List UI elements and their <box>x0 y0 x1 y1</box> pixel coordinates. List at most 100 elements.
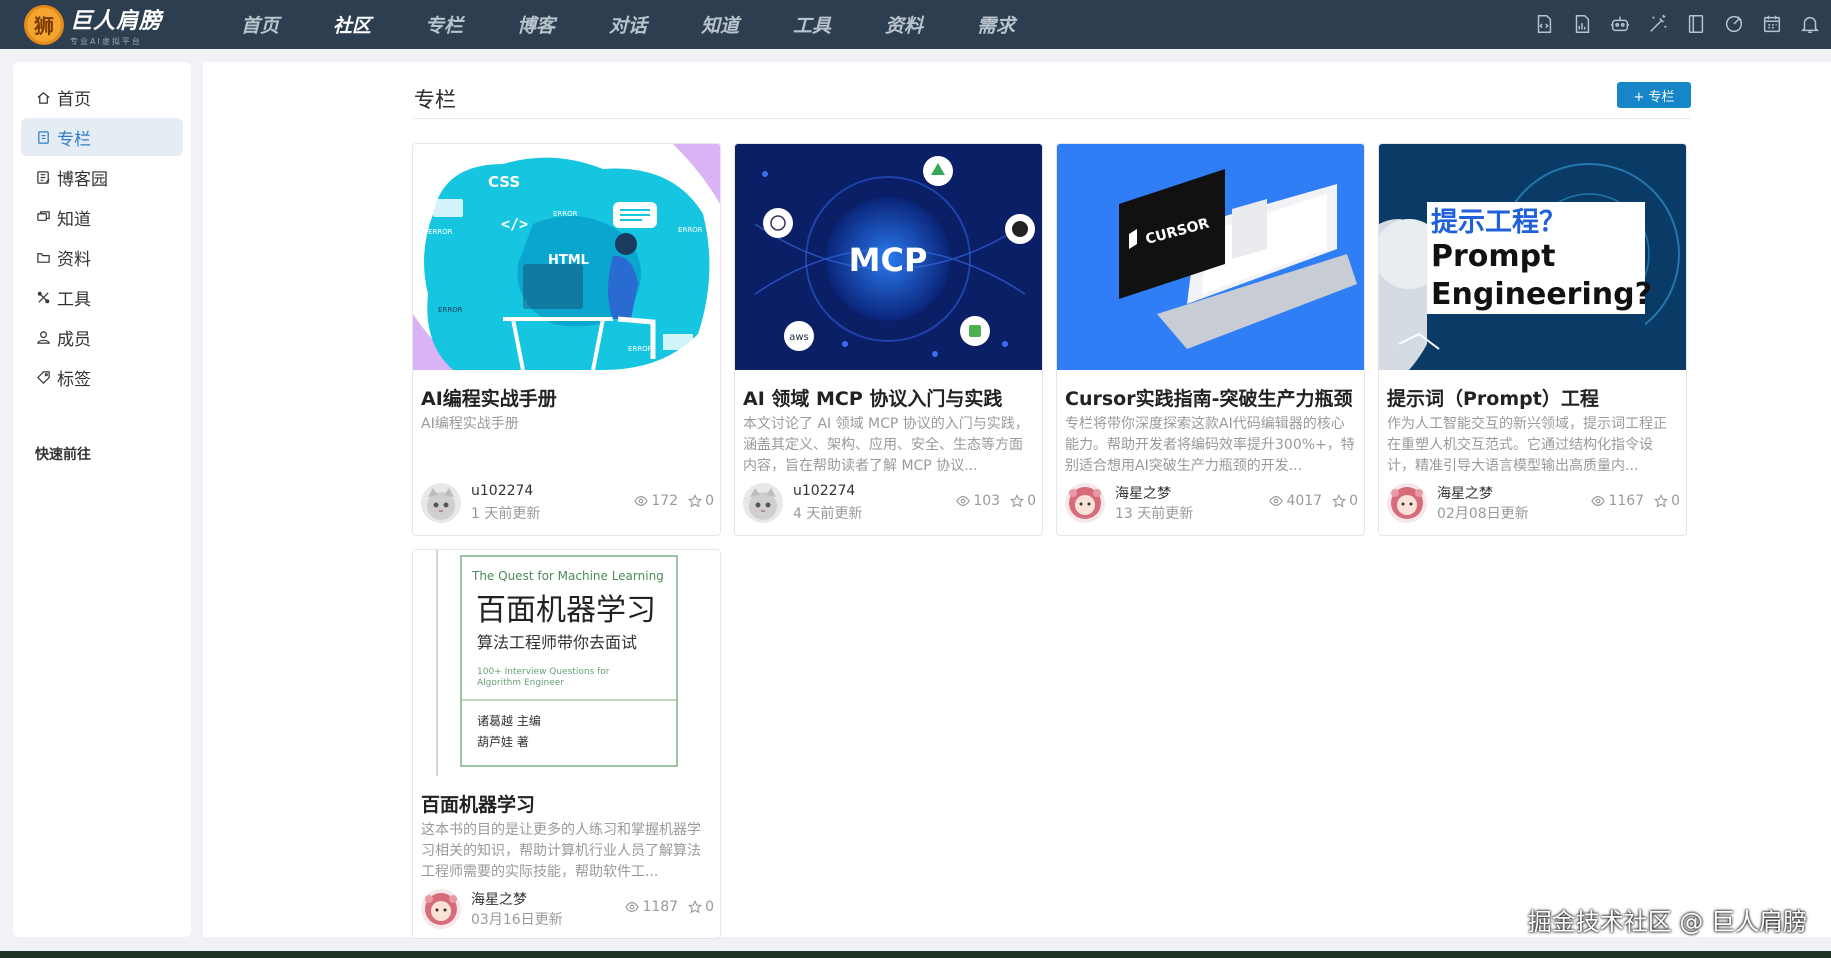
view-count: 4017 <box>1286 493 1323 509</box>
sidebar-item-resources[interactable]: 资料 <box>21 238 183 276</box>
book-icon[interactable] <box>1683 11 1709 37</box>
column-card[interactable]: CSS </> HTML ERROR ERROR ERROR ERROR ERR… <box>412 143 721 536</box>
cover-text: ERROR <box>438 306 463 314</box>
update-time: 4 天前更新 <box>793 506 863 522</box>
sidebar-item-column[interactable]: 专栏 <box>21 118 183 156</box>
sidebar-item-label: 工具 <box>57 289 91 310</box>
brand-name: 巨人肩膀 <box>70 8 163 34</box>
nav-item-qa[interactable]: 知道 <box>674 11 766 38</box>
sidebar-item-qa[interactable]: 知道 <box>21 198 183 236</box>
card-description: 作为人工智能交互的新兴领域，提示词工程正在重塑人机交互范式。它通过结构化指令设计… <box>1387 416 1667 474</box>
author-name[interactable]: u102274 <box>471 483 533 499</box>
cover-text: Engineering? <box>1431 277 1652 312</box>
mcp-cover: MCP aws <box>735 144 1042 370</box>
cover-text: ERROR <box>678 226 703 234</box>
cover-text: </> <box>501 215 528 233</box>
sidebar-item-label: 博客园 <box>57 169 108 190</box>
anime-avatar[interactable] <box>421 889 461 929</box>
column-card[interactable]: MCP aws AI 领域 MCP 协议入门与实践 本文讨论了 AI 领域 MC… <box>734 143 1043 536</box>
view-count: 103 <box>973 493 1001 509</box>
card-description: 这本书的目的是让更多的人练习和掌握机器学习相关的知识，帮助计算机行业人员了解算法… <box>421 822 701 880</box>
bottom-bar <box>0 951 1831 958</box>
sidebar-item-label: 知道 <box>57 209 91 230</box>
nav-item-home[interactable]: 首页 <box>214 11 306 38</box>
author-name[interactable]: u102274 <box>793 483 855 499</box>
brand-logo[interactable]: 狮 巨人肩膀 专业AI虚拟平台 <box>24 3 194 47</box>
star-icon <box>688 494 703 508</box>
column-card[interactable]: CURSOR Cursor实践指南-突破生产力瓶颈 专栏将带你深度探索这款AI代… <box>1056 143 1365 536</box>
magic-wand-icon[interactable] <box>1645 11 1671 37</box>
main-nav: 首页 社区 专栏 博客 对话 知道 工具 资料 需求 <box>214 11 1042 38</box>
sidebar-item-label: 首页 <box>57 89 91 110</box>
nav-item-resources[interactable]: 资料 <box>858 11 950 38</box>
nav-item-blog[interactable]: 博客 <box>490 11 582 38</box>
brand-tagline: 专业AI虚拟平台 <box>70 36 142 46</box>
card-title[interactable]: 百面机器学习 <box>421 790 716 817</box>
author-name[interactable]: 海星之梦 <box>1437 483 1493 503</box>
anime-avatar[interactable] <box>1387 483 1427 523</box>
card-title[interactable]: Cursor实践指南-突破生产力瓶颈 <box>1065 384 1360 411</box>
sidebar-item-label: 成员 <box>57 329 91 350</box>
update-time: 03月16日更新 <box>471 912 563 928</box>
robot-icon[interactable] <box>1607 11 1633 37</box>
view-count: 1187 <box>642 899 679 915</box>
author-name[interactable]: 海星之梦 <box>1115 483 1171 503</box>
cat-avatar[interactable] <box>421 483 461 523</box>
book-cover: The Quest for Machine Learning 百面机器学习 算法… <box>413 550 720 776</box>
card-stats: 1187 0 <box>625 899 714 915</box>
card-description: 本文讨论了 AI 领域 MCP 协议的入门与实践，涵盖其定义、架构、应用、安全、… <box>743 416 1029 474</box>
card-title[interactable]: AI 领域 MCP 协议入门与实践 <box>743 384 1038 411</box>
sidebar-item-tools[interactable]: 工具 <box>21 278 183 316</box>
sidebar-item-label: 标签 <box>57 369 91 390</box>
card-title[interactable]: 提示词（Prompt）工程 <box>1387 384 1682 411</box>
view-count: 1167 <box>1608 493 1645 509</box>
eye-icon <box>634 496 649 506</box>
add-column-button[interactable]: + 专栏 <box>1617 82 1691 108</box>
cover-text: ERROR <box>553 210 578 218</box>
star-count: 0 <box>705 899 714 915</box>
html-css-cover: CSS </> HTML ERROR ERROR ERROR ERROR ERR… <box>413 144 720 370</box>
cover-text: ERROR <box>428 228 453 236</box>
cover-text: 提示工程？ <box>1431 207 1566 238</box>
cover-text: Prompt <box>1431 239 1555 274</box>
sidebar-item-home[interactable]: 首页 <box>21 78 183 116</box>
cat-avatar[interactable] <box>743 483 783 523</box>
sidebar-item-members[interactable]: 成员 <box>21 318 183 356</box>
star-count: 0 <box>1671 493 1680 509</box>
code-file-icon[interactable] <box>1531 11 1557 37</box>
cover-text: aws <box>789 332 809 343</box>
eye-icon <box>625 902 640 912</box>
calendar-icon[interactable] <box>1759 11 1785 37</box>
nav-item-tools[interactable]: 工具 <box>766 11 858 38</box>
eye-icon <box>956 496 971 506</box>
card-stats: 103 0 <box>956 493 1036 509</box>
sidebar-item-blog[interactable]: 博客园 <box>21 158 183 196</box>
sidebar-item-label: 专栏 <box>57 129 91 150</box>
update-time: 1 天前更新 <box>471 506 541 522</box>
bell-icon[interactable] <box>1797 11 1823 37</box>
cover-text: The Quest for Machine Learning <box>471 569 664 583</box>
card-stats: 172 0 <box>634 493 714 509</box>
nav-item-community[interactable]: 社区 <box>306 11 398 38</box>
eye-icon <box>1591 496 1606 506</box>
card-description: 专栏将带你深度探索这款AI代码编辑器的核心能力。帮助开发者将编码效率提升300%… <box>1065 416 1355 474</box>
nav-item-column[interactable]: 专栏 <box>398 11 490 38</box>
cover-text: 诸葛越 主编 <box>477 713 541 728</box>
cover-text: 算法工程师带你去面试 <box>477 633 637 652</box>
watermark: 掘金技术社区 @ 巨人肩膀 <box>1527 908 1807 936</box>
star-icon <box>1332 494 1347 508</box>
nav-item-chat[interactable]: 对话 <box>582 11 674 38</box>
author-name[interactable]: 海星之梦 <box>471 889 527 909</box>
cover-text: 百面机器学习 <box>476 593 656 628</box>
column-card[interactable]: 提示工程？ Prompt Engineering? 提示词（Prompt）工程 … <box>1378 143 1687 536</box>
sidebar-item-tags[interactable]: 标签 <box>21 358 183 396</box>
gauge-icon[interactable] <box>1721 11 1747 37</box>
anime-avatar[interactable] <box>1065 483 1105 523</box>
top-navbar: 狮 巨人肩膀 专业AI虚拟平台 首页 社区 专栏 博客 对话 知道 工具 资料 … <box>0 0 1831 49</box>
column-card[interactable]: The Quest for Machine Learning 百面机器学习 算法… <box>412 549 721 939</box>
chart-file-icon[interactable] <box>1569 11 1595 37</box>
update-time: 02月08日更新 <box>1437 506 1529 522</box>
folder-icon <box>35 249 51 265</box>
card-title[interactable]: AI编程实战手册 <box>421 384 716 411</box>
nav-item-requests[interactable]: 需求 <box>950 11 1042 38</box>
